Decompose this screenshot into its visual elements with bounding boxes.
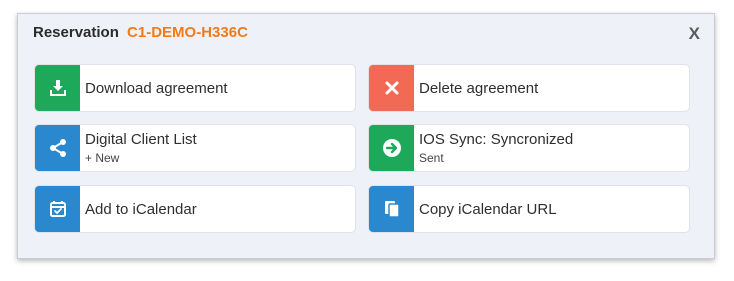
reservation-dialog: Reservation C1-DEMO-H336C X Download agr…	[17, 13, 715, 259]
dialog-title: Reservation C1-DEMO-H336C	[33, 24, 248, 41]
add-to-icalendar-label: Add to iCalendar	[85, 200, 197, 218]
ios-sync-button[interactable]: IOS Sync: Syncronized Sent	[368, 124, 690, 172]
reservation-code: C1-DEMO-H336C	[127, 24, 248, 41]
digital-client-list-status: + New	[85, 151, 120, 165]
delete-agreement-label: Delete agreement	[419, 79, 539, 97]
download-icon	[35, 65, 80, 111]
ios-sync-status: Sent	[419, 151, 444, 165]
copy-icalendar-url-button[interactable]: Copy iCalendar URL	[368, 185, 690, 233]
close-icon	[369, 65, 414, 111]
copy-icalendar-url-label: Copy iCalendar URL	[419, 200, 557, 218]
digital-client-list-button[interactable]: Digital Client List + New	[34, 124, 356, 172]
close-button[interactable]: X	[689, 24, 700, 44]
copy-icon	[369, 186, 414, 232]
add-to-icalendar-button[interactable]: Add to iCalendar	[34, 185, 356, 233]
digital-client-list-label: Digital Client List	[85, 131, 197, 148]
delete-agreement-button[interactable]: Delete agreement	[368, 64, 690, 112]
download-agreement-button[interactable]: Download agreement	[34, 64, 356, 112]
ios-sync-label: IOS Sync: Syncronized	[419, 131, 574, 148]
share-icon	[35, 125, 80, 171]
calendar-check-icon	[35, 186, 80, 232]
arrow-right-circle-icon	[369, 125, 414, 171]
dialog-title-text: Reservation	[33, 24, 119, 41]
download-agreement-label: Download agreement	[85, 79, 228, 97]
